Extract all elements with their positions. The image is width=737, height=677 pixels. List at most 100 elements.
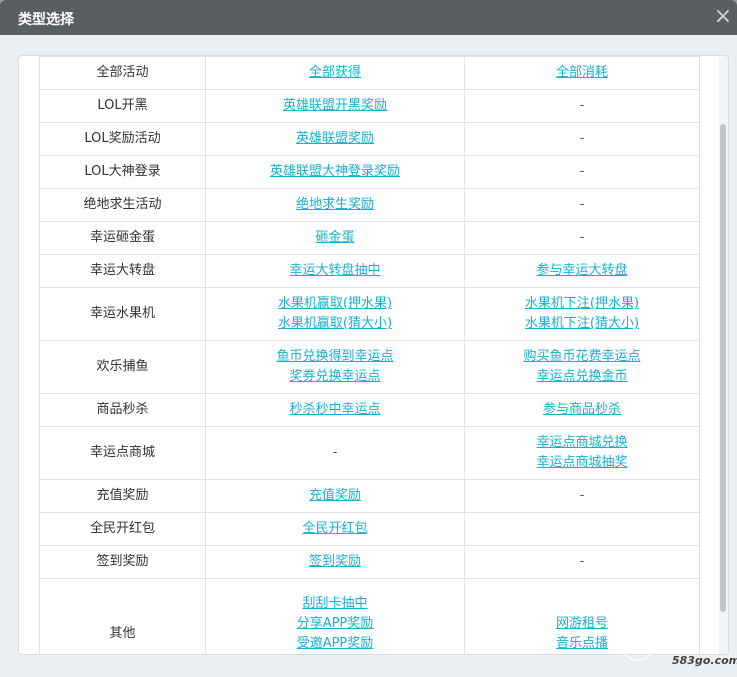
income-cell: 签到奖励: [205, 545, 465, 579]
empty-value: -: [579, 488, 585, 503]
empty-value: -: [579, 230, 585, 245]
expense-cell: 购买鱼币花费幸运点 幸运点兑换金币: [464, 340, 700, 394]
type-link[interactable]: 幸运点兑换金币: [469, 367, 695, 387]
watermark-url: 583go.com: [672, 654, 737, 667]
expense-cell: 参与商品秒杀: [464, 393, 700, 427]
income-cell: 英雄联盟奖励: [205, 122, 465, 156]
type-name-cell: 充值奖励: [39, 479, 206, 513]
table-row: 幸运点商城 - 幸运点商城兑换 幸运点商城抽奖: [39, 426, 700, 480]
scrollbar-thumb[interactable]: [720, 124, 726, 612]
type-link[interactable]: 购买鱼币花费幸运点: [469, 347, 695, 367]
dialog-body: 全部活动 全部获得 全部消耗 LOL开黑 英雄联盟开黑奖励 - LOL奖励活动 英雄联盟奖励 -…: [0, 35, 737, 677]
income-cell: 秒杀秒中幸运点: [205, 393, 465, 427]
type-link[interactable]: 全部消耗: [469, 63, 695, 83]
table-row: 全民开红包 全民开红包: [39, 512, 700, 546]
expense-cell: 全部消耗: [464, 56, 700, 90]
type-link[interactable]: 受邀APP奖励: [210, 634, 460, 654]
table-row: LOL开黑 英雄联盟开黑奖励 -: [39, 89, 700, 123]
empty-value: -: [579, 197, 585, 212]
type-link[interactable]: 赠送幸运点: [210, 654, 460, 655]
type-link[interactable]: 全民开红包: [210, 519, 460, 539]
type-link[interactable]: 奖券兑换幸运点: [210, 367, 460, 387]
table-row: LOL奖励活动 英雄联盟奖励 -: [39, 122, 700, 156]
type-name-cell: 幸运砸金蛋: [39, 221, 206, 255]
type-name-cell: 全部活动: [39, 56, 206, 90]
expense-cell: [464, 512, 700, 546]
expense-cell: -: [464, 155, 700, 189]
dialog-title: 类型选择: [18, 12, 74, 28]
table-row: 签到奖励 签到奖励 -: [39, 545, 700, 579]
type-link[interactable]: 英雄联盟奖励: [210, 129, 460, 149]
type-name-cell: LOL奖励活动: [39, 122, 206, 156]
income-cell: 充值奖励: [205, 479, 465, 513]
scrollbar-track[interactable]: [719, 56, 728, 654]
table-row: 其他刮刮卡抽中分享APP奖励受邀APP奖励赠送幸运点网游租号音乐点播: [39, 578, 700, 655]
type-link[interactable]: 参与商品秒杀: [469, 400, 695, 420]
type-link[interactable]: 全部获得: [210, 63, 460, 83]
type-table-panel: 全部活动 全部获得 全部消耗 LOL开黑 英雄联盟开黑奖励 - LOL奖励活动 英雄联盟奖励 -…: [18, 55, 729, 655]
table-row: 全部活动 全部获得 全部消耗: [39, 56, 700, 90]
table-row: 幸运砸金蛋 砸金蛋 -: [39, 221, 700, 255]
type-link[interactable]: 刮刮卡抽中: [210, 594, 460, 614]
type-link[interactable]: 幸运点商城抽奖: [469, 453, 695, 473]
empty-value: -: [579, 554, 585, 569]
type-link[interactable]: 水果机赢取(猜大小): [210, 314, 460, 334]
table-row: LOL大神登录 英雄联盟大神登录奖励 -: [39, 155, 700, 189]
table-row: 绝地求生活动 绝地求生奖励 -: [39, 188, 700, 222]
close-icon[interactable]: ×: [712, 6, 734, 28]
type-link[interactable]: 英雄联盟开黑奖励: [210, 96, 460, 116]
type-link[interactable]: 水果机下注(猜大小): [469, 314, 695, 334]
expense-cell: -: [464, 122, 700, 156]
watermark: 之家 583go.com: [620, 620, 737, 670]
income-cell: 砸金蛋: [205, 221, 465, 255]
table-row: 商品秒杀 秒杀秒中幸运点 参与商品秒杀: [39, 393, 700, 427]
expense-cell: -: [464, 479, 700, 513]
income-cell: 英雄联盟大神登录奖励: [205, 155, 465, 189]
income-cell: -: [205, 426, 465, 480]
type-link[interactable]: 水果机赢取(押水果): [210, 294, 460, 314]
type-link[interactable]: 幸运大转盘抽中: [210, 261, 460, 281]
type-table: 全部活动 全部获得 全部消耗 LOL开黑 英雄联盟开黑奖励 - LOL奖励活动 英雄联盟奖励 -…: [39, 56, 700, 655]
type-link[interactable]: 水果机下注(押水果): [469, 294, 695, 314]
expense-cell: -: [464, 545, 700, 579]
table-row: 充值奖励 充值奖励 -: [39, 479, 700, 513]
table-row: 欢乐捕鱼 鱼币兑换得到幸运点 奖券兑换幸运点 购买鱼币花费幸运点 幸运点兑换金币: [39, 340, 700, 394]
income-cell: 鱼币兑换得到幸运点 奖券兑换幸运点: [205, 340, 465, 394]
income-cell: 全民开红包: [205, 512, 465, 546]
type-select-dialog: 类型选择 × 全部活动 全部获得 全部消耗 LOL开黑 英雄联盟开黑奖励 - LOL奖励活动…: [0, 0, 737, 677]
income-cell: 英雄联盟开黑奖励: [205, 89, 465, 123]
type-name-cell: 幸运大转盘: [39, 254, 206, 288]
watermark-logo-icon: [620, 625, 656, 661]
type-link[interactable]: 签到奖励: [210, 552, 460, 572]
type-link[interactable]: 分享APP奖励: [210, 614, 460, 634]
type-name-cell: LOL大神登录: [39, 155, 206, 189]
empty-value: -: [579, 98, 585, 113]
type-name-cell: LOL开黑: [39, 89, 206, 123]
type-name-cell: 签到奖励: [39, 545, 206, 579]
income-cell: 绝地求生奖励: [205, 188, 465, 222]
type-link[interactable]: 秒杀秒中幸运点: [210, 400, 460, 420]
type-name-cell: 商品秒杀: [39, 393, 206, 427]
table-row: 幸运大转盘 幸运大转盘抽中 参与幸运大转盘: [39, 254, 700, 288]
empty-value: -: [579, 164, 585, 179]
type-name-cell: 绝地求生活动: [39, 188, 206, 222]
expense-cell: -: [464, 188, 700, 222]
type-link[interactable]: 充值奖励: [210, 486, 460, 506]
type-link[interactable]: 幸运点商城兑换: [469, 433, 695, 453]
dialog-header: 类型选择 ×: [0, 0, 737, 35]
type-link[interactable]: 砸金蛋: [210, 228, 460, 248]
expense-cell: -: [464, 221, 700, 255]
income-cell: 刮刮卡抽中分享APP奖励受邀APP奖励赠送幸运点: [205, 578, 465, 655]
income-cell: 水果机赢取(押水果) 水果机赢取(猜大小): [205, 287, 465, 341]
expense-cell: 参与幸运大转盘: [464, 254, 700, 288]
type-link[interactable]: 绝地求生奖励: [210, 195, 460, 215]
type-name-cell: 幸运水果机: [39, 287, 206, 341]
expense-cell: 水果机下注(押水果) 水果机下注(猜大小): [464, 287, 700, 341]
type-link[interactable]: 参与幸运大转盘: [469, 261, 695, 281]
type-link[interactable]: 鱼币兑换得到幸运点: [210, 347, 460, 367]
income-cell: 全部获得: [205, 56, 465, 90]
type-name-cell: 欢乐捕鱼: [39, 340, 206, 394]
type-link[interactable]: 英雄联盟大神登录奖励: [210, 162, 460, 182]
type-name-cell: 幸运点商城: [39, 426, 206, 480]
table-row: 幸运水果机 水果机赢取(押水果) 水果机赢取(猜大小) 水果机下注(押水果) 水果机下注…: [39, 287, 700, 341]
